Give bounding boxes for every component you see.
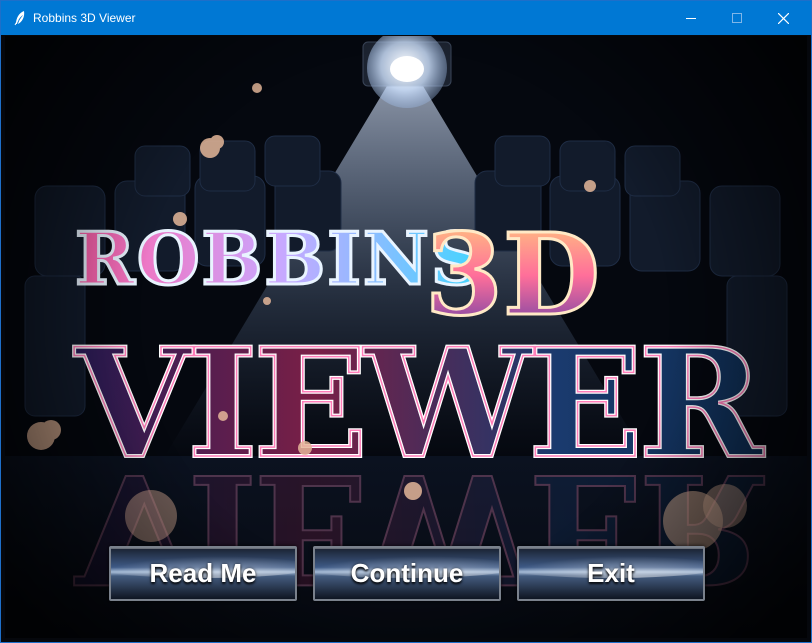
minimize-button[interactable] — [668, 1, 714, 35]
continue-button[interactable]: Continue — [313, 546, 501, 601]
minimize-icon — [686, 18, 696, 19]
title-bar[interactable]: Robbins 3D Viewer — [1, 1, 811, 35]
feather-icon — [14, 11, 25, 26]
close-icon — [777, 12, 789, 24]
splash-screen: ROBBINS 3D VIEWER VIEWER VIEWER — [5, 36, 807, 638]
maximize-button[interactable] — [714, 1, 760, 35]
exit-button[interactable]: Exit — [517, 546, 705, 601]
window-title: Robbins 3D Viewer — [33, 11, 136, 25]
read-me-button[interactable]: Read Me — [109, 546, 297, 601]
read-me-label: Read Me — [149, 558, 257, 588]
maximize-icon — [732, 13, 742, 23]
close-button[interactable] — [760, 1, 806, 35]
exit-label: Exit — [587, 558, 635, 588]
app-window: Robbins 3D Viewer Read Me Continue Exit — [0, 0, 812, 643]
continue-label: Continue — [350, 558, 464, 588]
